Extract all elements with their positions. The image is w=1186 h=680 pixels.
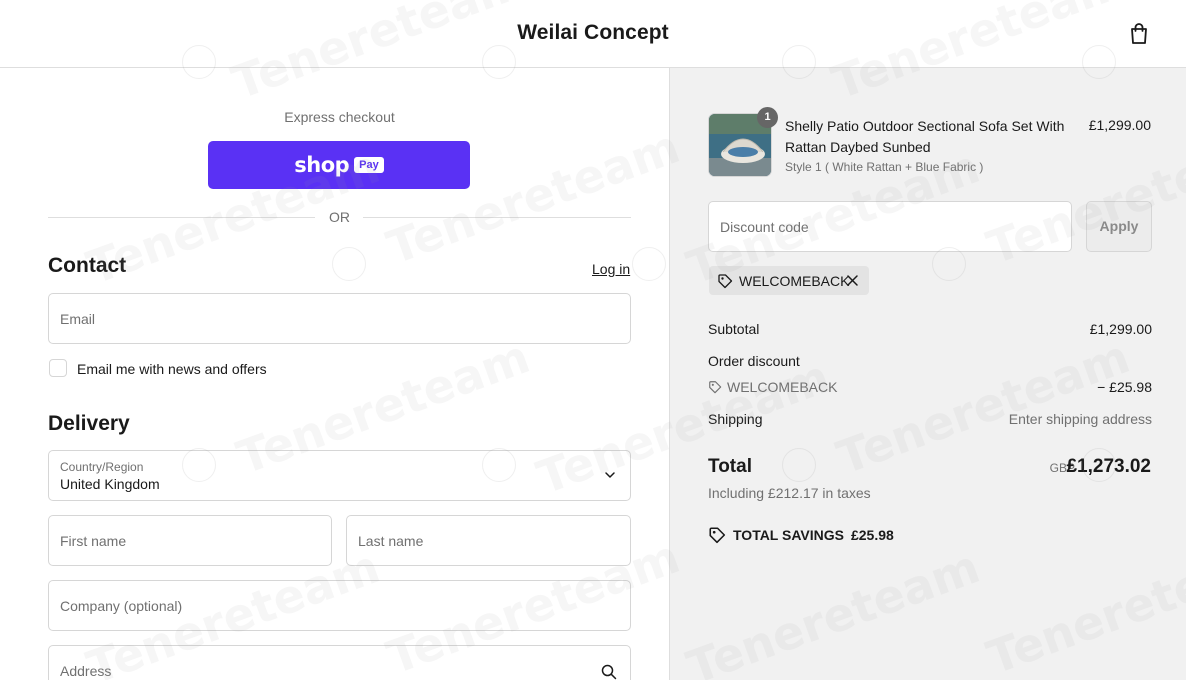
search-icon[interactable] [601,664,617,680]
order-discount-row: Order discount [708,353,1152,371]
applied-discount-chip: WELCOMEBACK [709,266,869,295]
order-discount-value: − £25.98 [1097,379,1152,395]
login-link[interactable]: Log in [592,261,630,277]
country-select[interactable]: Country/Region United Kingdom [48,450,631,501]
news-offers-label[interactable]: Email me with news and offers [77,361,267,377]
total-label: Total [708,456,752,477]
subtotal-value: £1,299.00 [1089,321,1152,337]
or-divider: OR [48,209,631,225]
taxes-note: Including £212.17 in taxes [708,485,871,501]
discount-code-input[interactable]: Discount code [708,201,1072,252]
first-name-field[interactable]: First name [48,515,332,566]
subtotal-row: Subtotal £1,299.00 [708,321,1152,339]
shop-pay-wordmark: shop [294,153,350,177]
product-price: £1,299.00 [1088,117,1151,133]
order-discount-label: Order discount [708,353,800,369]
express-checkout-label: Express checkout [284,109,395,125]
order-discount-code: WELCOMEBACK [727,379,838,395]
shopping-bag-icon[interactable] [1128,22,1150,46]
email-field[interactable]: Email [48,293,631,344]
first-name-placeholder: First name [60,533,127,549]
total-value: £1,273.02 [1066,456,1151,477]
tag-icon [718,274,733,289]
quantity-badge: 1 [757,107,778,128]
header: Weilai Concept [0,0,1186,68]
chevron-down-icon [605,472,615,478]
savings-value: £25.98 [850,527,894,543]
apply-discount-button[interactable]: Apply [1086,201,1152,252]
product-name: Shelly Patio Outdoor Sectional Sofa Set … [785,118,1065,155]
delivery-heading: Delivery [48,412,130,435]
address-field[interactable]: Address [48,645,631,680]
order-summary-panel: 1 Shelly Patio Outdoor Sectional Sofa Se… [669,68,1186,680]
shipping-label: Shipping [708,411,763,427]
address-placeholder: Address [60,663,112,679]
shop-pay-button[interactable]: shop Pay [208,141,470,189]
tag-icon [709,381,722,394]
shop-pay-pill: Pay [354,157,384,173]
close-icon[interactable] [846,274,859,287]
checkout-form-panel: Express checkout shop Pay OR Contact Log… [0,68,669,680]
shipping-row: Shipping Enter shipping address [708,411,1152,429]
last-name-placeholder: Last name [358,533,424,549]
product-variant: Style 1 ( White Rattan + Blue Fabric ) [785,160,984,174]
news-offers-checkbox[interactable] [49,359,67,377]
contact-heading: Contact [48,254,127,277]
last-name-field[interactable]: Last name [346,515,631,566]
applied-discount-code: WELCOMEBACK [739,273,850,289]
tag-icon [709,527,726,544]
savings-label: TOTAL SAVINGS [733,527,844,543]
order-discount-code-row: WELCOMEBACK − £25.98 [708,379,1152,397]
shipping-value: Enter shipping address [1008,411,1152,427]
country-label: Country/Region [60,460,144,474]
company-placeholder: Company (optional) [60,598,183,614]
email-placeholder: Email [60,311,96,327]
subtotal-label: Subtotal [708,321,760,337]
company-field[interactable]: Company (optional) [48,580,631,631]
discount-placeholder: Discount code [720,219,809,235]
store-brand[interactable]: Weilai Concept [0,21,1186,45]
country-value: United Kingdom [60,476,160,492]
total-savings: TOTAL SAVINGS £25.98 [708,526,894,544]
